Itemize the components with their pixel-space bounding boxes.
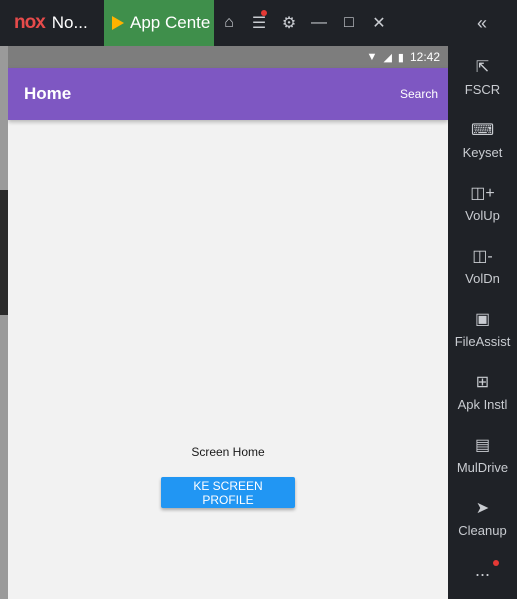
app-center-tab[interactable]: App Cente xyxy=(104,0,214,46)
more-label: ... xyxy=(474,559,490,580)
notification-dot xyxy=(493,560,499,566)
fullscreen-icon: ⇱ xyxy=(475,58,490,76)
sidebar-item-label: FSCR xyxy=(464,81,501,97)
sidebar-item-label: Cleanup xyxy=(458,522,507,538)
menu-icon[interactable]: ☰ xyxy=(244,0,274,46)
sidebar-item-apkinstl[interactable]: ⊞ Apk Instl xyxy=(448,361,517,424)
page-title: Home xyxy=(24,84,72,103)
volume-down-icon: ◫- xyxy=(472,247,493,265)
emulator-sidebar: ⇱ FSCR ⌨ Keyset ◫+ VolUp ◫- VolDn ▣ File… xyxy=(448,46,517,599)
screen-label: Screen Home xyxy=(191,445,265,459)
sidebar-item-voldn[interactable]: ◫- VolDn xyxy=(448,235,517,298)
play-store-icon xyxy=(112,16,124,30)
close-icon[interactable]: ✕ xyxy=(364,0,394,46)
left-edge-strip xyxy=(0,46,8,599)
app-bar: Home Search xyxy=(8,68,448,120)
sidebar-item-label: Keyset xyxy=(462,144,503,160)
more-options-icon[interactable]: ... xyxy=(448,550,517,590)
emulator-titlebar: nox No... App Cente ⌂ ☰ ⚙ — □ ✕ « xyxy=(0,0,517,46)
battery-icon: ▮ xyxy=(397,51,404,64)
multi-drive-icon: ▤ xyxy=(474,436,491,454)
app-center-label: App Cente xyxy=(130,13,211,32)
shirt-icon[interactable]: ⌂ xyxy=(214,0,244,46)
sidebar-item-label: VolDn xyxy=(465,270,500,286)
sidebar-item-fscr[interactable]: ⇱ FSCR xyxy=(448,46,517,109)
sidebar-item-cleanup[interactable]: ➤ Cleanup xyxy=(448,487,517,550)
double-chevron-left-icon[interactable]: « xyxy=(447,0,517,46)
minimize-icon[interactable]: — xyxy=(304,0,334,46)
sidebar-item-label: FileAssist xyxy=(454,333,511,349)
titlebar-controls: ⌂ ☰ ⚙ — □ ✕ xyxy=(214,0,394,46)
apk-icon: ⊞ xyxy=(475,373,490,391)
status-time: 12:42 xyxy=(409,50,440,64)
sidebar-item-label: Apk Instl xyxy=(457,396,508,412)
profile-button[interactable]: KE SCREEN PROFILE xyxy=(161,477,295,508)
signal-icon: ◢ xyxy=(383,51,392,64)
rocket-icon: ➤ xyxy=(475,499,490,517)
keyboard-icon: ⌨ xyxy=(470,121,495,139)
emulator-window-title: No... xyxy=(51,13,88,32)
notification-dot xyxy=(261,10,267,16)
sidebar-item-label: MulDrive xyxy=(456,459,509,475)
sidebar-item-muldrive[interactable]: ▤ MulDrive xyxy=(448,424,517,487)
emulator-tab[interactable]: nox No... xyxy=(0,0,104,46)
sidebar-item-keyset[interactable]: ⌨ Keyset xyxy=(448,109,517,172)
nox-logo-icon: nox xyxy=(14,12,46,33)
status-bar: ▼ ◢ ▮ 12:42 xyxy=(8,46,448,68)
gear-icon[interactable]: ⚙ xyxy=(274,0,304,46)
sidebar-item-volup[interactable]: ◫+ VolUp xyxy=(448,172,517,235)
maximize-icon[interactable]: □ xyxy=(334,0,364,46)
sidebar-item-label: VolUp xyxy=(465,207,500,223)
android-screen: ▼ ◢ ▮ 12:42 Home Search Screen Home KE S… xyxy=(8,46,448,599)
monitor-icon: ▣ xyxy=(474,310,491,328)
sidebar-item-fileassist[interactable]: ▣ FileAssist xyxy=(448,298,517,361)
wifi-icon: ▼ xyxy=(366,51,378,63)
search-action[interactable]: Search xyxy=(400,87,438,101)
left-edge-dark-strip xyxy=(0,190,8,315)
volume-up-icon: ◫+ xyxy=(470,184,495,202)
screen-content: Screen Home KE SCREEN PROFILE xyxy=(8,120,448,599)
